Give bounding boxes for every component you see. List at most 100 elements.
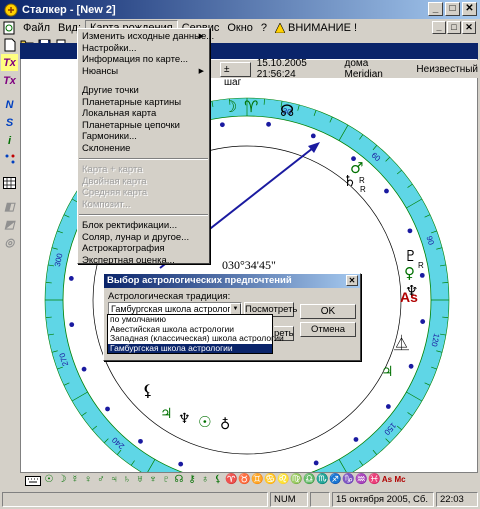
tx-text-alt-icon[interactable]: Tx — [1, 72, 18, 89]
menu-window[interactable]: Окно — [223, 21, 257, 35]
black-moon-glyph-icon[interactable]: ⚸ — [142, 381, 154, 400]
submenu-arrow-icon: ▶ — [198, 33, 204, 40]
menu-nuances[interactable]: Нюансы ▶ — [78, 66, 209, 78]
close-button[interactable]: ✕ — [462, 2, 477, 16]
menu-attention[interactable]: ВНИМАНИЕ ! — [271, 21, 361, 35]
menu-edit-data[interactable]: Изменить исходные данные... ▶ — [78, 31, 214, 43]
saturn-glyph-icon[interactable]: ♄ — [343, 172, 356, 190]
menu-solar-lunar[interactable]: Соляр, лунар и другое... — [78, 232, 209, 244]
planet-symbol-button[interactable]: ⚷ — [186, 474, 198, 487]
planet-symbol-button[interactable]: ♍ — [290, 474, 302, 487]
planet-symbol-button[interactable]: ☊ — [173, 474, 185, 487]
sun-glyph-icon[interactable]: ☉ — [198, 413, 211, 431]
child-close-button[interactable]: ✕ — [462, 21, 476, 34]
menu-local-chart[interactable]: Локальная карта — [78, 108, 209, 120]
planet-symbol-button[interactable]: ♊ — [251, 474, 263, 487]
chart-icon-1[interactable]: ◧ — [1, 198, 18, 215]
chart-icon-3[interactable]: ◎ — [1, 234, 18, 251]
planet-symbol-button[interactable]: ♐ — [329, 474, 341, 487]
tx-text-icon[interactable]: Tx — [1, 54, 18, 71]
menu-planetary-pictures[interactable]: Планетарные картины — [78, 97, 209, 109]
menu-edit-data-label: Изменить исходные данные... — [82, 31, 215, 42]
planet-symbol-button[interactable]: ♋ — [264, 474, 276, 487]
planet-symbol-button[interactable]: ♂ — [95, 474, 107, 487]
house-dot — [313, 460, 319, 466]
menu-attention-label: ВНИМАНИЕ ! — [288, 22, 358, 34]
menu-other-points[interactable]: Другие точки — [78, 85, 209, 97]
planet-symbol-button[interactable]: ♎ — [303, 474, 315, 487]
step-button[interactable]: ± шаг — [220, 61, 251, 88]
planet-symbol-button[interactable]: ♏ — [316, 474, 328, 487]
planet-symbol-button[interactable]: ☽ — [56, 474, 68, 487]
menu-declination[interactable]: Склонение — [78, 143, 209, 155]
keyboard-icon[interactable] — [24, 473, 42, 489]
menu-double-chart: Двойная карта — [82, 175, 147, 187]
menu-chart-info[interactable]: Информация по карте... — [78, 54, 209, 66]
warning-icon — [275, 23, 286, 33]
new-file-icon[interactable] — [2, 37, 18, 53]
table-icon[interactable] — [1, 174, 18, 191]
planet-symbol-button[interactable]: ⚸ — [212, 474, 224, 487]
planet-symbol-button[interactable]: ♇ — [160, 474, 172, 487]
menu-harmonics[interactable]: Гармоники... — [78, 131, 209, 143]
moon-glyph-icon[interactable]: ☽ — [223, 97, 237, 116]
chart-icon-2[interactable]: ◩ — [1, 216, 18, 233]
planet-symbol-button[interactable]: ♀ — [82, 474, 94, 487]
menu-help[interactable]: ? — [257, 21, 271, 35]
planet-symbol-button[interactable]: ♁ — [199, 474, 211, 487]
planet-symbol-button[interactable]: ♄ — [121, 474, 133, 487]
status-bar: NUM 15 октября 2005, Сб. 22:03 — [0, 490, 480, 509]
planet-symbol-button[interactable]: ☿ — [69, 474, 81, 487]
menu-settings[interactable]: Настройки... — [78, 43, 209, 55]
aries-glyph-icon[interactable]: ♈ — [244, 97, 258, 116]
doc-icon[interactable] — [2, 21, 16, 35]
planet-symbol-button[interactable]: ♌ — [277, 474, 289, 487]
chart-info-bar: ± шаг 15.10.2005 21:56:24 дома Meridian … — [210, 58, 478, 88]
tradition-option-hamburg[interactable]: Гамбургская школа астрологии — [108, 343, 272, 353]
fortune-glyph-icon[interactable]: ♃ — [160, 406, 173, 422]
house-dot — [310, 133, 316, 139]
planet-symbol-button[interactable]: ☉ — [43, 474, 55, 487]
title-bar: Сталкер - [New 2] _ □ ✕ — [0, 0, 480, 19]
aspect-glyph-icon[interactable]: ⏅ — [394, 334, 409, 352]
planet-symbol-button[interactable]: ♆ — [147, 474, 159, 487]
minimize-button[interactable]: _ — [428, 2, 443, 16]
planet-symbol-button[interactable]: ♓ — [368, 474, 380, 487]
venus-glyph-icon[interactable]: ♀ — [404, 264, 415, 282]
ok-button[interactable]: OK — [300, 304, 356, 319]
app-icon — [4, 3, 18, 17]
status-panel-main — [2, 492, 268, 507]
status-date: 15 октября 2005, Сб. — [332, 492, 434, 507]
mc-button[interactable]: Mc — [394, 474, 406, 487]
house-dot — [384, 188, 389, 194]
menu-planetary-chains[interactable]: Планетарные цепочки — [78, 120, 209, 132]
planet-symbol-button[interactable]: ♑ — [342, 474, 354, 487]
dots-icon[interactable] — [1, 150, 18, 167]
planet-symbol-button[interactable]: ♈ — [225, 474, 237, 487]
asc-button[interactable]: As — [381, 474, 393, 487]
s-mode-icon[interactable]: S — [1, 114, 18, 131]
info-icon[interactable]: i — [1, 132, 18, 149]
planet-symbol-button[interactable]: ♅ — [134, 474, 146, 487]
n-mode-icon[interactable]: N — [1, 96, 18, 113]
asc-label[interactable]: As — [400, 289, 418, 305]
pluto-glyph-icon[interactable]: ♇ — [404, 247, 417, 265]
neptune2-glyph-icon[interactable]: ♆ — [178, 411, 191, 427]
planet-symbol-button[interactable]: ♒ — [355, 474, 367, 487]
cross-glyph-icon[interactable]: ♁ — [220, 417, 230, 433]
menu-rectification[interactable]: Блок ректификации... — [78, 220, 209, 232]
cancel-button[interactable]: Отмена — [300, 322, 356, 337]
menu-expert-assessment[interactable]: Экспертная оценка... — [78, 255, 209, 267]
dialog-close-button[interactable]: ✕ — [346, 275, 358, 286]
child-restore-button[interactable]: □ — [447, 21, 461, 34]
jupiter-glyph-icon[interactable]: ♃ — [381, 364, 394, 380]
tradition-listbox[interactable]: по умолчанию Авестийская школа астрологи… — [107, 314, 284, 354]
maximize-button[interactable]: □ — [445, 2, 460, 16]
planet-symbol-button[interactable]: ♃ — [108, 474, 120, 487]
child-minimize-button[interactable]: _ — [432, 21, 446, 34]
house-dot — [266, 121, 271, 127]
node-glyph-icon[interactable]: ☊ — [280, 101, 294, 120]
menu-file[interactable]: Файл — [19, 21, 54, 35]
menu-astrocartography[interactable]: Астрокартография — [78, 243, 209, 255]
planet-symbol-button[interactable]: ♉ — [238, 474, 250, 487]
